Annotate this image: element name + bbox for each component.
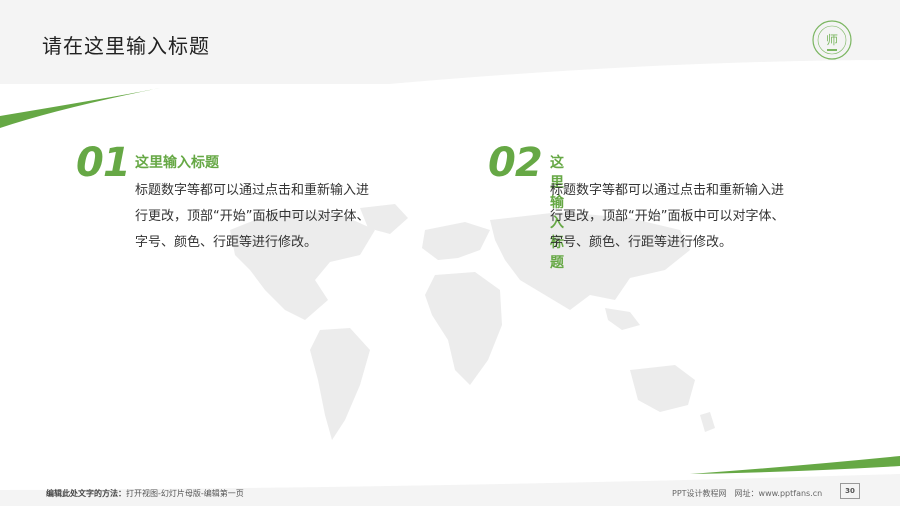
block-heading: 这里输入标题 xyxy=(135,155,219,171)
block-body: 标题数字等都可以通过点击和重新输入进 行更改，顶部“开始”面板中可以对字体、 字… xyxy=(550,178,835,256)
block-body-line: 标题数字等都可以通过点击和重新输入进 xyxy=(135,183,370,198)
header-curve xyxy=(0,60,900,128)
footer-hint-text: 打开视图-幻灯片母版-编辑第一页 xyxy=(126,489,244,498)
block-body-line: 标题数字等都可以通过点击和重新输入进 xyxy=(550,183,785,198)
block-body-line: 字号、颜色、行距等进行修改。 xyxy=(135,235,318,250)
page-title: 请在这里输入标题 xyxy=(42,34,210,58)
block-number: 02 xyxy=(488,140,543,186)
svg-text:师: 师 xyxy=(826,33,838,47)
block-number: 01 xyxy=(76,140,131,186)
university-seal-icon: 师 xyxy=(812,20,852,60)
page-number: 30 xyxy=(840,483,860,499)
block-body-line: 行更改，顶部“开始”面板中可以对字体、 xyxy=(550,209,785,224)
footer-site: PPT设计教程网 网址：www.pptfans.cn xyxy=(672,489,823,498)
block-body-line: 行更改，顶部“开始”面板中可以对字体、 xyxy=(135,209,370,224)
footer-hint-label: 编辑此处文字的方法： xyxy=(46,489,126,498)
block-body-line: 字号、颜色、行距等进行修改。 xyxy=(550,235,733,250)
footer-hint: 编辑此处文字的方法：打开视图-幻灯片母版-编辑第一页 xyxy=(46,488,244,499)
slide: 请在这里输入标题 师 01 这里输入标题 标题数字等都可以通过点击和重新输入进 … xyxy=(0,0,900,506)
block-body: 标题数字等都可以通过点击和重新输入进 行更改，顶部“开始”面板中可以对字体、 字… xyxy=(135,178,420,256)
